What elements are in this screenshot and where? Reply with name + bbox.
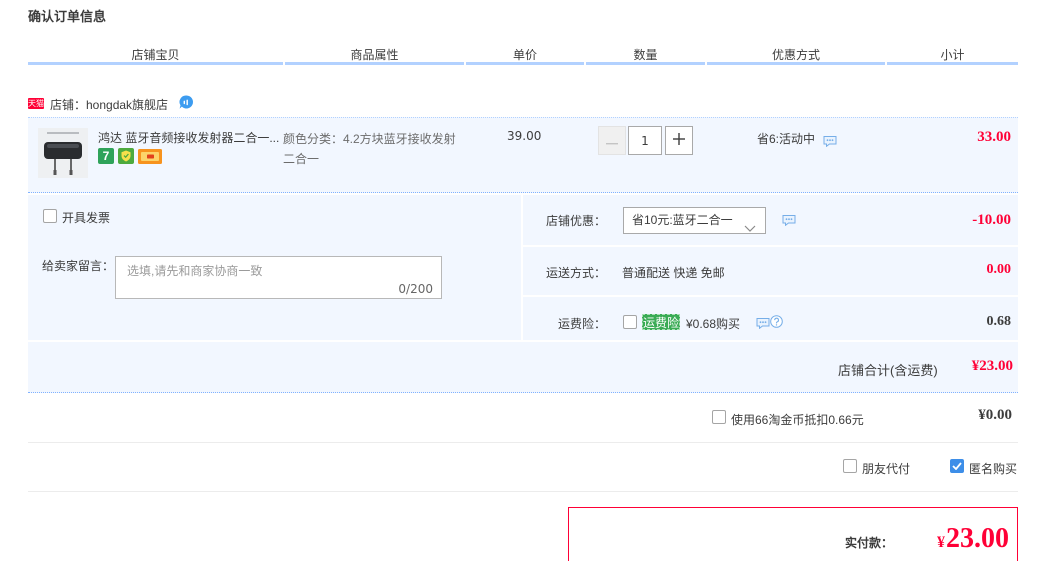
- row-divider: [523, 295, 1018, 297]
- guarantee-icon[interactable]: [118, 148, 134, 164]
- store-total-amount: ¥23.00: [971, 358, 1013, 374]
- shipping-label: 运送方式：: [545, 266, 606, 280]
- row-divider: [28, 340, 1018, 342]
- shipping-amount: 0.00: [986, 262, 1012, 277]
- friend-pay-checkbox[interactable]: [843, 459, 857, 473]
- friend-pay-label: 朋友代付: [862, 462, 911, 476]
- shipping-insurance-checkbox[interactable]: [623, 315, 637, 329]
- seven-day-return-badge[interactable]: 7: [98, 148, 114, 164]
- seller-message-label: 给卖家留言：: [42, 259, 115, 273]
- header-underline: [466, 62, 584, 65]
- header-underline: [887, 62, 1018, 65]
- header-underline: [28, 62, 283, 65]
- payment-total: 实付款： ¥ 23.00: [845, 523, 1009, 555]
- section-divider: [28, 442, 1018, 443]
- credit-card-icon[interactable]: [138, 149, 162, 164]
- store-discount-amount: -10.00: [972, 212, 1011, 228]
- plus-icon: [673, 133, 685, 148]
- item-subtotal: 33.00: [977, 129, 1011, 145]
- question-icon[interactable]: [770, 315, 783, 328]
- chat-bubble-icon[interactable]: [782, 214, 796, 227]
- invoice-label: 开具发票: [62, 211, 111, 225]
- item-promotion: 省6:活动中: [757, 132, 816, 146]
- chevron-down-icon: [744, 217, 756, 242]
- coins-checkbox[interactable]: [712, 410, 726, 424]
- unit-price: 39.00: [507, 129, 542, 143]
- column-header-item: 店铺宝贝: [131, 48, 180, 62]
- quantity-decrease-button[interactable]: [598, 126, 626, 155]
- payment-amount: 23.00: [946, 523, 1009, 554]
- tmall-badge: 天猫: [28, 98, 44, 109]
- coins-label: 使用66淘金币抵扣0.66元: [731, 413, 864, 427]
- chat-bubble-icon[interactable]: [823, 135, 837, 148]
- shipping-insurance-badge: 运费险: [642, 314, 680, 330]
- shipping-method: 普通配送 快递 免邮: [622, 266, 725, 280]
- header-underline: [586, 62, 705, 65]
- store-discount-selected: 省10元:蓝牙二合一: [632, 213, 733, 227]
- seller-message-input[interactable]: [116, 257, 441, 298]
- column-header-subtotal: 小计: [940, 48, 965, 62]
- product-title-link[interactable]: 鸿达 蓝牙音频接收发射器二合一...: [98, 129, 284, 146]
- header-underline: [707, 62, 885, 65]
- anonymous-purchase-label: 匿名购买: [969, 462, 1018, 476]
- store-discount-select[interactable]: 省10元:蓝牙二合一: [623, 207, 766, 234]
- shipping-insurance-label: 运费险：: [557, 317, 606, 331]
- message-char-counter: 0/200: [398, 282, 433, 296]
- store-total-label: 店铺合计(含运费): [838, 363, 938, 378]
- order-confirm-page: 确认订单信息 店铺宝贝 商品属性 单价 数量 优惠方式 小计 天猫 店铺：hon…: [0, 0, 1050, 561]
- column-header-attributes: 商品属性: [350, 48, 399, 62]
- payment-summary-box: 实付款： ¥ 23.00: [568, 507, 1018, 561]
- section-divider: [28, 491, 1018, 492]
- chat-bubble-icon[interactable]: [756, 317, 770, 330]
- anonymous-purchase-checkbox[interactable]: [950, 459, 964, 473]
- invoice-checkbox[interactable]: [43, 209, 57, 223]
- store-discount-label: 店铺优惠：: [545, 214, 606, 228]
- seller-message-box: 0/200: [115, 256, 442, 299]
- page-title: 确认订单信息: [28, 9, 107, 24]
- store-name-link[interactable]: 店铺：hongdak旗舰店: [50, 96, 168, 113]
- minus-icon: [606, 134, 618, 148]
- quantity-increase-button[interactable]: [665, 126, 693, 155]
- payment-label: 实付款：: [844, 536, 893, 550]
- chat-bubble-icon[interactable]: [178, 94, 195, 111]
- header-underline: [285, 62, 464, 65]
- column-header-unit-price: 单价: [512, 48, 537, 62]
- payment-currency: ¥: [937, 534, 945, 551]
- shipping-insurance-amount: 0.68: [986, 314, 1012, 329]
- shipping-insurance-price: ¥0.68购买: [686, 317, 741, 331]
- coins-amount: ¥0.00: [978, 407, 1012, 423]
- quantity-input[interactable]: [628, 126, 662, 155]
- column-header-quantity: 数量: [633, 48, 658, 62]
- product-thumbnail[interactable]: [38, 128, 88, 178]
- row-divider: [523, 245, 1018, 247]
- column-header-discount: 优惠方式: [771, 48, 820, 62]
- product-attributes: 颜色分类：4.2方块蓝牙接收发射二合一: [283, 132, 456, 166]
